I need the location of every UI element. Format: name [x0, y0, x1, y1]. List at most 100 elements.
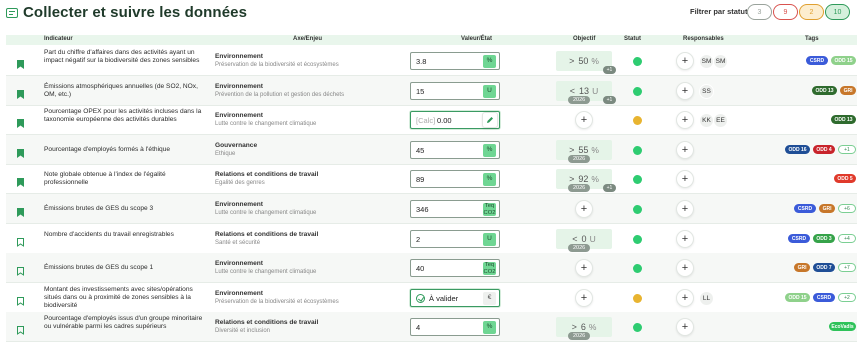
status-filter-pill[interactable]: 2 — [799, 4, 824, 20]
bookmark-filled-icon[interactable] — [17, 204, 24, 217]
tag-badge[interactable]: ODD 15 — [785, 293, 810, 302]
bookmark-filled-icon[interactable] — [17, 86, 24, 99]
indicator-name[interactable]: Pourcentage OPEX pour les activités incl… — [44, 108, 209, 124]
value-text: 45 — [416, 146, 425, 155]
tag-badge[interactable]: ODD 15 — [831, 56, 856, 65]
add-responsable-button[interactable]: + — [676, 170, 694, 188]
add-objective-button[interactable]: + — [575, 200, 593, 218]
col-objectif[interactable]: Objectif — [573, 36, 595, 42]
tag-badge[interactable]: ODD 7 — [813, 263, 835, 272]
add-responsable-button[interactable]: + — [676, 82, 694, 100]
avatar[interactable]: SM — [713, 54, 728, 69]
tag-badge[interactable]: ODD 3 — [813, 234, 835, 243]
tag-badge[interactable]: ODD 4 — [813, 145, 835, 154]
col-valeur[interactable]: Valeur/État — [461, 36, 492, 42]
subcategory-label: Prévention de la pollution et gestion de… — [215, 92, 345, 98]
add-objective-button[interactable]: + — [575, 259, 593, 277]
avatar[interactable]: SS — [699, 84, 714, 99]
table-icon — [6, 7, 18, 18]
status-filter-pill[interactable]: 10 — [825, 4, 850, 20]
add-responsable-button[interactable]: + — [676, 318, 694, 336]
tag-badge[interactable]: CSRD — [794, 204, 816, 213]
avatar[interactable]: SM — [699, 54, 714, 69]
avatar[interactable]: KK — [699, 113, 714, 128]
add-responsable-button[interactable]: + — [676, 259, 694, 277]
more-tags-badge[interactable]: +4 — [838, 234, 856, 243]
unit-badge: U — [483, 233, 496, 246]
tag-badge[interactable]: ODD 13 — [812, 86, 837, 95]
add-responsable-button[interactable]: + — [676, 230, 694, 248]
bookmark-filled-icon[interactable] — [17, 56, 24, 69]
more-tags-badge[interactable]: +7 — [838, 263, 856, 272]
objective-unit: % — [591, 174, 599, 184]
col-tags[interactable]: Tags — [805, 36, 819, 42]
value-field[interactable]: 346 Teq CO2 — [410, 200, 500, 218]
bookmark-filled-icon[interactable] — [17, 174, 24, 187]
add-responsable-button[interactable]: + — [676, 141, 694, 159]
objective-extra-badge[interactable]: +1 — [603, 96, 616, 104]
indicator-name[interactable]: Nombre d'accidents du travail enregistra… — [44, 231, 209, 239]
bookmark-icon[interactable] — [17, 293, 24, 306]
more-tags-badge[interactable]: +1 — [838, 145, 856, 154]
add-objective-button[interactable]: + — [575, 111, 593, 129]
indicator-name[interactable]: Part du chiffre d'affaires dans des acti… — [44, 49, 209, 65]
col-statut[interactable]: Statut — [624, 36, 641, 42]
objective-value: 50 — [578, 56, 589, 66]
table-row: Pourcentage d'employés formés à l'éthiqu… — [6, 135, 857, 165]
bookmark-filled-icon[interactable] — [17, 145, 24, 158]
tag-badge[interactable]: EcoVadis — [829, 322, 856, 331]
status-dot — [633, 264, 642, 273]
col-axe[interactable]: Axe/Enjeu — [293, 36, 322, 42]
tag-badge[interactable]: GRI — [794, 263, 810, 272]
tag-badge[interactable]: CSRD — [813, 293, 835, 302]
col-indicateur[interactable]: Indicateur — [44, 36, 73, 42]
col-responsables[interactable]: Responsables — [683, 36, 724, 42]
add-responsable-button[interactable]: + — [676, 200, 694, 218]
tag-badge[interactable]: ODD 13 — [831, 115, 856, 124]
objective-extra-badge[interactable]: +1 — [603, 184, 616, 192]
value-field[interactable]: 3.8% — [410, 52, 500, 70]
add-objective-button[interactable]: + — [575, 289, 593, 307]
indicator-name[interactable]: Émissions brutes de GES du scope 3 — [44, 205, 209, 213]
avatar[interactable]: EE — [713, 113, 728, 128]
status-filter-pill[interactable]: 3 — [747, 4, 772, 20]
value-field[interactable]: 40 Teq CO2 — [410, 259, 500, 277]
tag-badge[interactable]: GRI — [819, 204, 835, 213]
indicator-name[interactable]: Pourcentage d'employés formés à l'éthiqu… — [44, 146, 209, 154]
unit-badge: Teq CO2 — [483, 262, 496, 275]
indicator-name[interactable]: Émissions brutes de GES du scope 1 — [44, 264, 209, 272]
status-dot — [633, 146, 642, 155]
add-responsable-button[interactable]: + — [676, 111, 694, 129]
value-field[interactable]: 15 U — [410, 82, 500, 100]
tag-badge[interactable]: GRI — [840, 86, 856, 95]
edit-pencil-icon[interactable] — [482, 112, 498, 128]
indicator-name[interactable]: Montant des investissements avec sites/o… — [44, 286, 209, 310]
tag-badge[interactable]: CSRD — [806, 56, 828, 65]
indicator-name[interactable]: Note globale obtenue à l'index de l'égal… — [44, 171, 209, 187]
table-row: Pourcentage d'employés issus d'un groupe… — [6, 312, 857, 342]
value-field[interactable]: 4% — [410, 318, 500, 336]
value-field[interactable]: 45% — [410, 141, 500, 159]
indicator-name[interactable]: Émissions atmosphériques annuelles (de S… — [44, 83, 209, 99]
avatar[interactable]: LL — [699, 291, 714, 306]
bookmark-icon[interactable] — [17, 263, 24, 276]
tag-badge[interactable]: ODD 16 — [785, 145, 810, 154]
bookmark-icon[interactable] — [17, 234, 24, 247]
tag-badge[interactable]: CSRD — [788, 234, 810, 243]
value-text: 89 — [416, 175, 425, 184]
tag-badge[interactable]: ODD 5 — [834, 174, 856, 183]
bookmark-icon[interactable] — [17, 322, 24, 335]
value-field[interactable]: 89% — [410, 170, 500, 188]
value-field[interactable]: À valider € — [410, 289, 500, 307]
status-filter-pill[interactable]: 9 — [773, 4, 798, 20]
more-tags-badge[interactable]: +2 — [838, 293, 856, 302]
value-field[interactable]: 2U — [410, 230, 500, 248]
objective-operator: > — [569, 145, 575, 155]
add-responsable-button[interactable]: + — [676, 52, 694, 70]
more-tags-badge[interactable]: +6 — [838, 204, 856, 213]
bookmark-filled-icon[interactable] — [17, 115, 24, 128]
indicator-name[interactable]: Pourcentage d'employés issus d'un groupe… — [44, 315, 209, 331]
table-header — [6, 35, 857, 45]
add-responsable-button[interactable]: + — [676, 289, 694, 307]
objective-extra-badge[interactable]: +1 — [603, 66, 616, 74]
